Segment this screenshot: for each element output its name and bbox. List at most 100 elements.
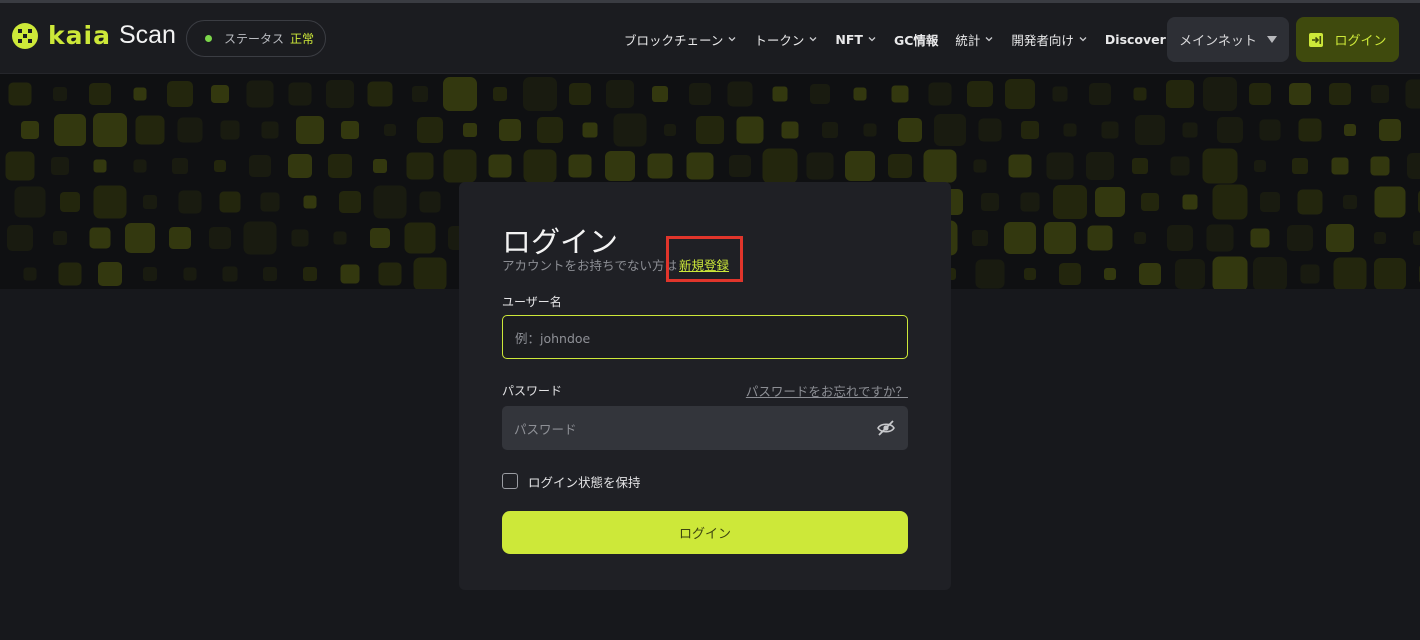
pattern-tile	[647, 153, 673, 179]
pattern-tile	[260, 192, 280, 212]
pattern-tile	[143, 195, 157, 209]
nav-stats[interactable]: 統計	[955, 30, 994, 49]
pattern-tile	[1170, 156, 1190, 176]
pattern-tile	[288, 82, 312, 106]
pattern-tile	[891, 85, 909, 103]
eye-off-icon[interactable]	[876, 418, 896, 438]
pattern-tile	[1413, 231, 1420, 245]
pattern-tile	[488, 154, 512, 178]
pattern-tile	[736, 116, 764, 144]
pattern-tile	[417, 117, 443, 143]
pattern-tile	[1297, 189, 1323, 215]
remember-me-label: ログイン状態を保持	[528, 475, 641, 490]
pattern-tile	[569, 83, 591, 105]
pattern-tile	[1405, 79, 1420, 109]
pattern-tile	[303, 267, 317, 281]
pattern-tile	[1101, 121, 1119, 139]
remember-me-checkbox[interactable]	[502, 473, 518, 489]
pattern-tile	[1133, 87, 1147, 101]
pattern-tile	[98, 262, 122, 286]
pattern-tile	[54, 114, 86, 146]
password-input[interactable]: パスワード	[502, 406, 908, 450]
nav-tokens[interactable]: トークン	[754, 30, 818, 49]
pattern-tile	[1141, 193, 1159, 211]
pattern-tile	[729, 155, 751, 177]
pattern-tile	[214, 160, 226, 172]
pattern-tile	[378, 262, 402, 286]
pattern-tile	[413, 257, 447, 289]
password-placeholder: パスワード	[514, 421, 577, 437]
pattern-tile	[1086, 152, 1114, 180]
pattern-tile	[1329, 83, 1351, 105]
network-status-pill[interactable]: ステータス 正常	[186, 20, 326, 57]
pattern-tile	[1063, 123, 1077, 137]
pattern-tile	[1259, 119, 1281, 141]
site-logo[interactable]: kaia Scan	[12, 21, 176, 50]
pattern-tile	[934, 114, 966, 146]
pattern-tile	[613, 113, 647, 147]
pattern-tile	[1166, 80, 1194, 108]
pattern-tile	[53, 87, 67, 101]
pattern-tile	[1206, 224, 1234, 252]
username-input[interactable]: 例：johndoe	[502, 315, 908, 359]
username-placeholder: 例：johndoe	[515, 330, 591, 346]
login-arrow-icon	[1309, 32, 1324, 47]
nav-nft[interactable]: NFT	[835, 32, 877, 47]
pattern-tile	[1053, 185, 1087, 219]
nav-gc-info[interactable]: GC情報	[894, 30, 938, 49]
header-login-button[interactable]: ログイン	[1296, 17, 1399, 62]
pattern-tile	[93, 185, 127, 219]
pattern-tile	[537, 117, 563, 143]
pattern-tile	[219, 191, 241, 213]
nav-blockchain[interactable]: ブロックチェーン	[624, 30, 737, 49]
pattern-tile	[1095, 187, 1125, 217]
pattern-tile	[14, 186, 46, 218]
nav-label: 統計	[955, 32, 981, 48]
pattern-tile	[21, 121, 39, 139]
caret-down-icon	[1266, 36, 1277, 43]
pattern-tile	[370, 228, 390, 248]
pattern-tile	[143, 267, 157, 281]
pattern-tile	[443, 149, 477, 183]
pattern-tile	[341, 121, 359, 139]
pattern-tile	[1298, 118, 1322, 142]
nav-discover[interactable]: Discover	[1105, 32, 1166, 47]
pattern-tile	[1289, 83, 1311, 105]
pattern-tile	[1370, 156, 1390, 176]
brand-kaia: kaia	[48, 21, 111, 50]
chevron-down-icon	[809, 37, 817, 42]
pattern-tile	[1260, 192, 1280, 212]
pattern-tile	[1287, 225, 1313, 251]
pattern-tile	[1343, 195, 1357, 209]
pattern-tile	[568, 154, 592, 178]
pattern-tile	[928, 82, 952, 106]
pattern-tile	[1089, 83, 1111, 105]
pattern-tile	[1212, 184, 1248, 220]
pattern-tile	[263, 267, 277, 281]
pattern-tile	[1059, 263, 1081, 285]
login-submit-button[interactable]: ログイン	[502, 511, 908, 554]
nav-label: トークン	[754, 32, 805, 48]
pattern-tile	[51, 157, 69, 175]
pattern-tile	[1379, 119, 1401, 141]
nav-developers[interactable]: 開発者向け	[1011, 30, 1088, 49]
nav-label: Discover	[1104, 31, 1166, 47]
pattern-tile	[133, 159, 147, 173]
chevron-down-icon	[985, 37, 993, 42]
nav-label: ブロックチェーン	[624, 32, 724, 48]
pattern-tile	[326, 80, 354, 108]
pattern-tile	[5, 151, 35, 181]
username-label: ユーザー名	[502, 295, 562, 309]
pattern-tile	[58, 262, 82, 286]
pattern-tile	[923, 149, 957, 183]
pattern-tile	[1046, 152, 1074, 180]
pattern-tile	[1182, 122, 1198, 138]
pattern-tile	[493, 87, 507, 101]
pattern-tile	[1044, 222, 1076, 254]
pattern-tile	[406, 152, 434, 180]
pattern-tile	[89, 227, 111, 249]
password-label: パスワード	[502, 384, 563, 398]
forgot-password-link[interactable]: パスワードをお忘れですか？	[746, 381, 908, 400]
network-selector[interactable]: メインネット	[1167, 17, 1289, 62]
pattern-tile	[172, 158, 188, 174]
